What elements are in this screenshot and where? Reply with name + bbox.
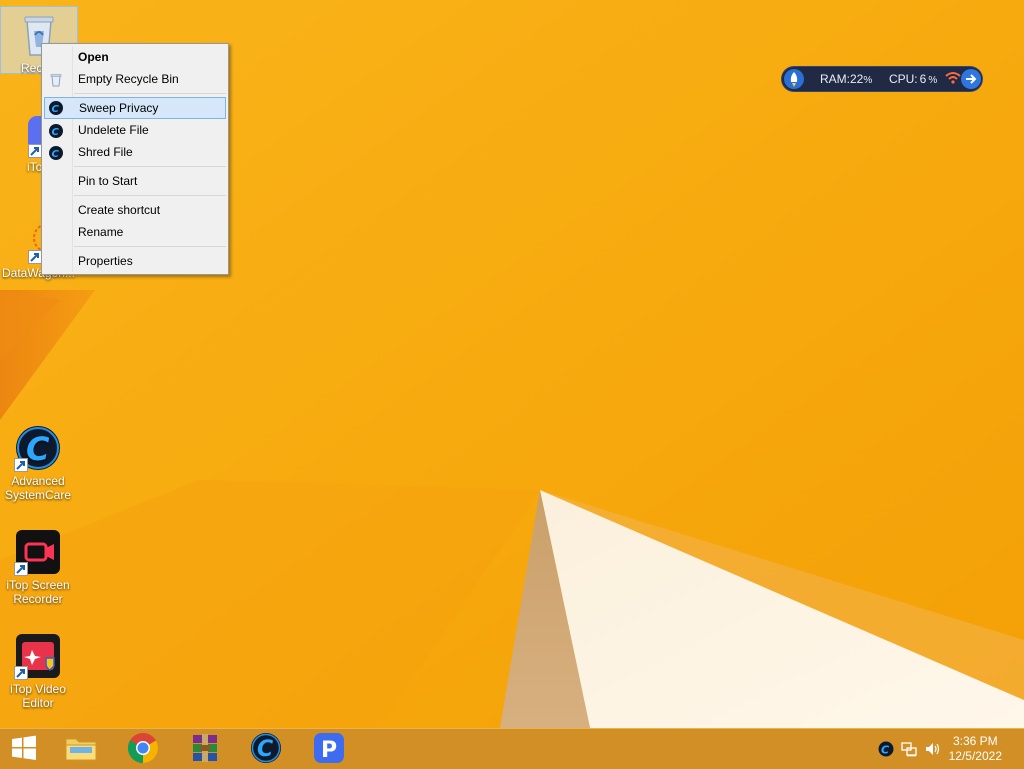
context-menu: Open Empty Recycle Bin C Sweep Privacy C…	[41, 43, 229, 275]
clock[interactable]: 3:36 PM 12/5/2022	[949, 734, 1002, 764]
taskbar-google-chrome[interactable]	[119, 731, 167, 767]
desktop-icon-itop-video-editor[interactable]: iTop Video Editor	[0, 628, 76, 710]
menu-item-label: Empty Recycle Bin	[78, 72, 179, 86]
advanced-systemcare-icon: C	[49, 101, 63, 115]
network-icon[interactable]	[901, 741, 917, 757]
system-tray: C 3:36 PM 12/5/2022	[864, 729, 1024, 769]
menu-item-undelete-file[interactable]: C Undelete File	[44, 119, 226, 141]
desktop[interactable]: Recycl ♪ iTop DataWagon...	[0, 0, 1024, 728]
clock-time: 3:36 PM	[952, 734, 998, 748]
video-editor-icon	[14, 632, 62, 680]
svg-text:C: C	[52, 104, 60, 115]
menu-separator	[74, 246, 226, 247]
windows-logo-icon	[10, 734, 38, 765]
wifi-icon	[945, 71, 961, 88]
desktop-icon-advanced-systemcare[interactable]: C Advanced SystemCare	[0, 420, 76, 502]
volume-icon[interactable]	[924, 741, 940, 757]
taskbar-advanced-systemcare[interactable]: C	[242, 731, 290, 767]
svg-text:C: C	[52, 149, 60, 160]
menu-separator	[74, 93, 226, 94]
ram-label: RAM:	[820, 72, 850, 86]
winrar-icon	[189, 732, 221, 767]
menu-item-label: Sweep Privacy	[79, 101, 159, 115]
advanced-systemcare-icon: C	[49, 123, 63, 138]
cpu-value: 6	[919, 72, 927, 86]
taskbar-file-explorer[interactable]	[57, 731, 105, 767]
recycle-bin-icon	[49, 72, 63, 87]
svg-text:C: C	[26, 430, 50, 468]
arrow-right-icon[interactable]	[961, 69, 981, 89]
menu-item-label: Pin to Start	[78, 174, 138, 188]
menu-item-label: Shred File	[78, 145, 133, 159]
menu-item-empty-recycle-bin[interactable]: Empty Recycle Bin	[44, 68, 226, 90]
svg-text:C: C	[257, 737, 273, 762]
shortcut-arrow-icon	[28, 144, 42, 158]
menu-item-open[interactable]: Open	[44, 46, 226, 68]
desktop-icon-label: iTop Video Editor	[10, 682, 66, 710]
menu-separator	[74, 195, 226, 196]
taskbar-winrar[interactable]	[181, 731, 229, 767]
taskbar: C P C 3:36 PM 12/5/2022	[0, 728, 1024, 769]
shortcut-arrow-icon	[14, 562, 28, 576]
start-button[interactable]	[0, 731, 48, 767]
rocket-icon[interactable]	[784, 69, 804, 89]
pdf-app-icon: P	[313, 732, 345, 767]
menu-item-label: Undelete File	[78, 123, 149, 137]
menu-item-properties[interactable]: Properties	[44, 250, 226, 272]
advanced-systemcare-icon: C	[14, 424, 62, 472]
desktop-icon-label: iTop Screen Recorder	[6, 578, 70, 606]
advanced-systemcare-tray-icon[interactable]: C	[878, 741, 894, 757]
menu-separator	[74, 166, 226, 167]
menu-item-create-shortcut[interactable]: Create shortcut	[44, 199, 226, 221]
shortcut-arrow-icon	[14, 666, 28, 680]
menu-item-label: Properties	[78, 254, 133, 268]
system-stats: RAM:22% CPU: 6%	[820, 72, 937, 86]
chrome-icon	[127, 732, 159, 767]
menu-item-rename[interactable]: Rename	[44, 221, 226, 243]
folder-icon	[64, 733, 98, 766]
menu-item-shred-file[interactable]: C Shred File	[44, 141, 226, 163]
menu-item-label: Open	[78, 50, 109, 64]
advanced-systemcare-icon: C	[250, 732, 282, 767]
menu-item-pin-to-start[interactable]: Pin to Start	[44, 170, 226, 192]
shortcut-arrow-icon	[28, 250, 42, 264]
menu-item-label: Create shortcut	[78, 203, 161, 217]
desktop-icon-itop-screen-recorder[interactable]: iTop Screen Recorder	[0, 524, 76, 606]
svg-text:C: C	[881, 744, 889, 757]
ram-value: 22	[850, 72, 864, 86]
advanced-systemcare-icon: C	[49, 145, 63, 160]
svg-text:C: C	[52, 127, 60, 138]
menu-item-label: Rename	[78, 225, 124, 239]
ram-unit: %	[863, 75, 873, 86]
shortcut-arrow-icon	[14, 458, 28, 472]
cpu-unit: %	[928, 75, 938, 86]
screen-recorder-icon	[14, 528, 62, 576]
svg-text:P: P	[321, 738, 337, 763]
clock-date: 12/5/2022	[948, 749, 1002, 763]
taskbar-pdf-app[interactable]: P	[305, 731, 353, 767]
cpu-label: CPU:	[888, 72, 918, 86]
desktop-icon-label: Advanced SystemCare	[4, 474, 72, 502]
menu-item-sweep-privacy[interactable]: C Sweep Privacy	[44, 97, 226, 119]
system-monitor-widget[interactable]: RAM:22% CPU: 6%	[782, 67, 982, 91]
